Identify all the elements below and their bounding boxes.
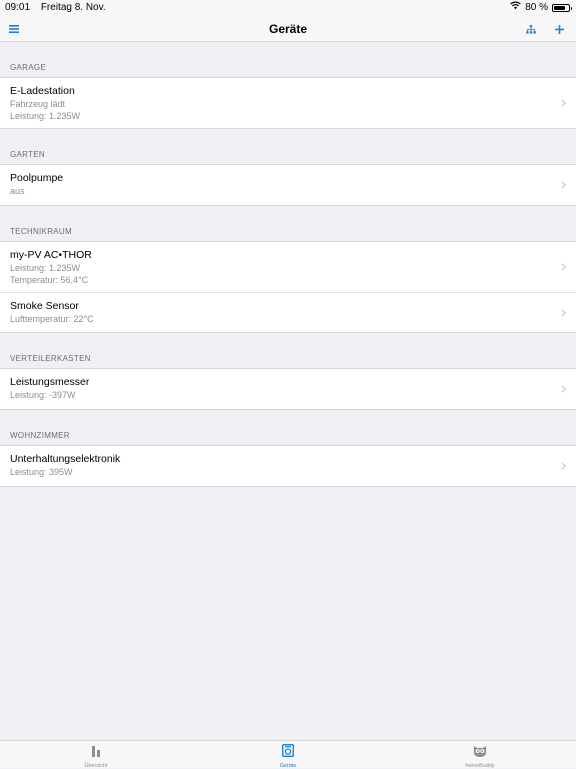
device-status: Leistung: 1.235W xyxy=(10,110,546,122)
device-name: Smoke Sensor xyxy=(10,299,546,313)
battery-icon xyxy=(552,4,570,12)
status-date: Freitag 8. Nov. xyxy=(41,2,106,13)
tab-bar: Übersicht Geräte homeBuddy xyxy=(0,740,576,768)
bar-chart-icon xyxy=(90,744,102,762)
device-status: Leistung: -397W xyxy=(10,389,546,401)
chevron-right-icon xyxy=(561,457,566,475)
device-status: Lufttemperatur: 22°C xyxy=(10,313,546,325)
navigation-bar: Geräte xyxy=(0,16,576,42)
section-group: UnterhaltungselektronikLeistung: 395W xyxy=(0,445,576,487)
device-list: GARAGEE-LadestationFahrzeug lädtLeistung… xyxy=(0,42,576,487)
chevron-right-icon xyxy=(561,176,566,194)
device-row[interactable]: LeistungsmesserLeistung: -397W xyxy=(0,369,576,409)
device-status: Leistung: 1.235W xyxy=(10,262,546,274)
section-group: LeistungsmesserLeistung: -397W xyxy=(0,368,576,410)
battery-fill xyxy=(554,6,565,10)
tab-label: Geräte xyxy=(280,763,297,769)
tab-bar-chart[interactable]: Übersicht xyxy=(0,741,192,768)
section-header: WOHNZIMMER xyxy=(0,410,576,445)
device-name: Unterhaltungselektronik xyxy=(10,452,546,466)
section-header: GARTEN xyxy=(0,129,576,164)
tab-device[interactable]: Geräte xyxy=(192,741,384,768)
status-bar: 09:01 Freitag 8. Nov. 80 % xyxy=(0,0,576,16)
chevron-right-icon xyxy=(561,258,566,276)
device-row[interactable]: UnterhaltungselektronikLeistung: 395W xyxy=(0,446,576,486)
section-group: Poolpumpeaus xyxy=(0,164,576,206)
page-title: Geräte xyxy=(0,16,576,42)
device-row[interactable]: my-PV AC•THORLeistung: 1.235WTemperatur:… xyxy=(0,242,576,292)
device-name: my-PV AC•THOR xyxy=(10,248,546,262)
section-group: E-LadestationFahrzeug lädtLeistung: 1.23… xyxy=(0,77,576,129)
tab-owl[interactable]: homeBuddy xyxy=(384,741,576,768)
section-header: GARAGE xyxy=(0,42,576,77)
device-status: Temperatur: 56,4°C xyxy=(10,274,546,286)
device-name: Leistungsmesser xyxy=(10,375,546,389)
hierarchy-button[interactable] xyxy=(519,16,543,42)
plus-icon xyxy=(555,25,564,34)
section-header: VERTEILERKASTEN xyxy=(0,333,576,368)
status-right: 80 % xyxy=(510,0,570,16)
device-status: aus xyxy=(10,185,546,197)
status-time: 09:01 xyxy=(5,2,30,13)
section-group: my-PV AC•THORLeistung: 1.235WTemperatur:… xyxy=(0,241,576,333)
section-header: TECHNIKRAUM xyxy=(0,206,576,241)
hierarchy-icon xyxy=(526,25,536,34)
tab-label: Übersicht xyxy=(84,763,107,769)
tab-label: homeBuddy xyxy=(465,763,494,769)
chevron-right-icon xyxy=(561,380,566,398)
device-name: Poolpumpe xyxy=(10,171,546,185)
device-status: Fahrzeug lädt xyxy=(10,98,546,110)
device-name: E-Ladestation xyxy=(10,84,546,98)
device-row[interactable]: Poolpumpeaus xyxy=(0,165,576,205)
add-device-button[interactable] xyxy=(547,16,571,42)
device-row[interactable]: Smoke SensorLufttemperatur: 22°C xyxy=(0,292,576,332)
chevron-right-icon xyxy=(561,304,566,322)
wifi-icon xyxy=(510,0,521,16)
owl-icon xyxy=(473,744,487,762)
battery-percent: 80 % xyxy=(525,0,548,16)
device-status: Leistung: 395W xyxy=(10,466,546,478)
status-left: 09:01 Freitag 8. Nov. xyxy=(5,0,106,16)
device-icon xyxy=(282,744,294,762)
chevron-right-icon xyxy=(561,94,566,112)
device-row[interactable]: E-LadestationFahrzeug lädtLeistung: 1.23… xyxy=(0,78,576,128)
